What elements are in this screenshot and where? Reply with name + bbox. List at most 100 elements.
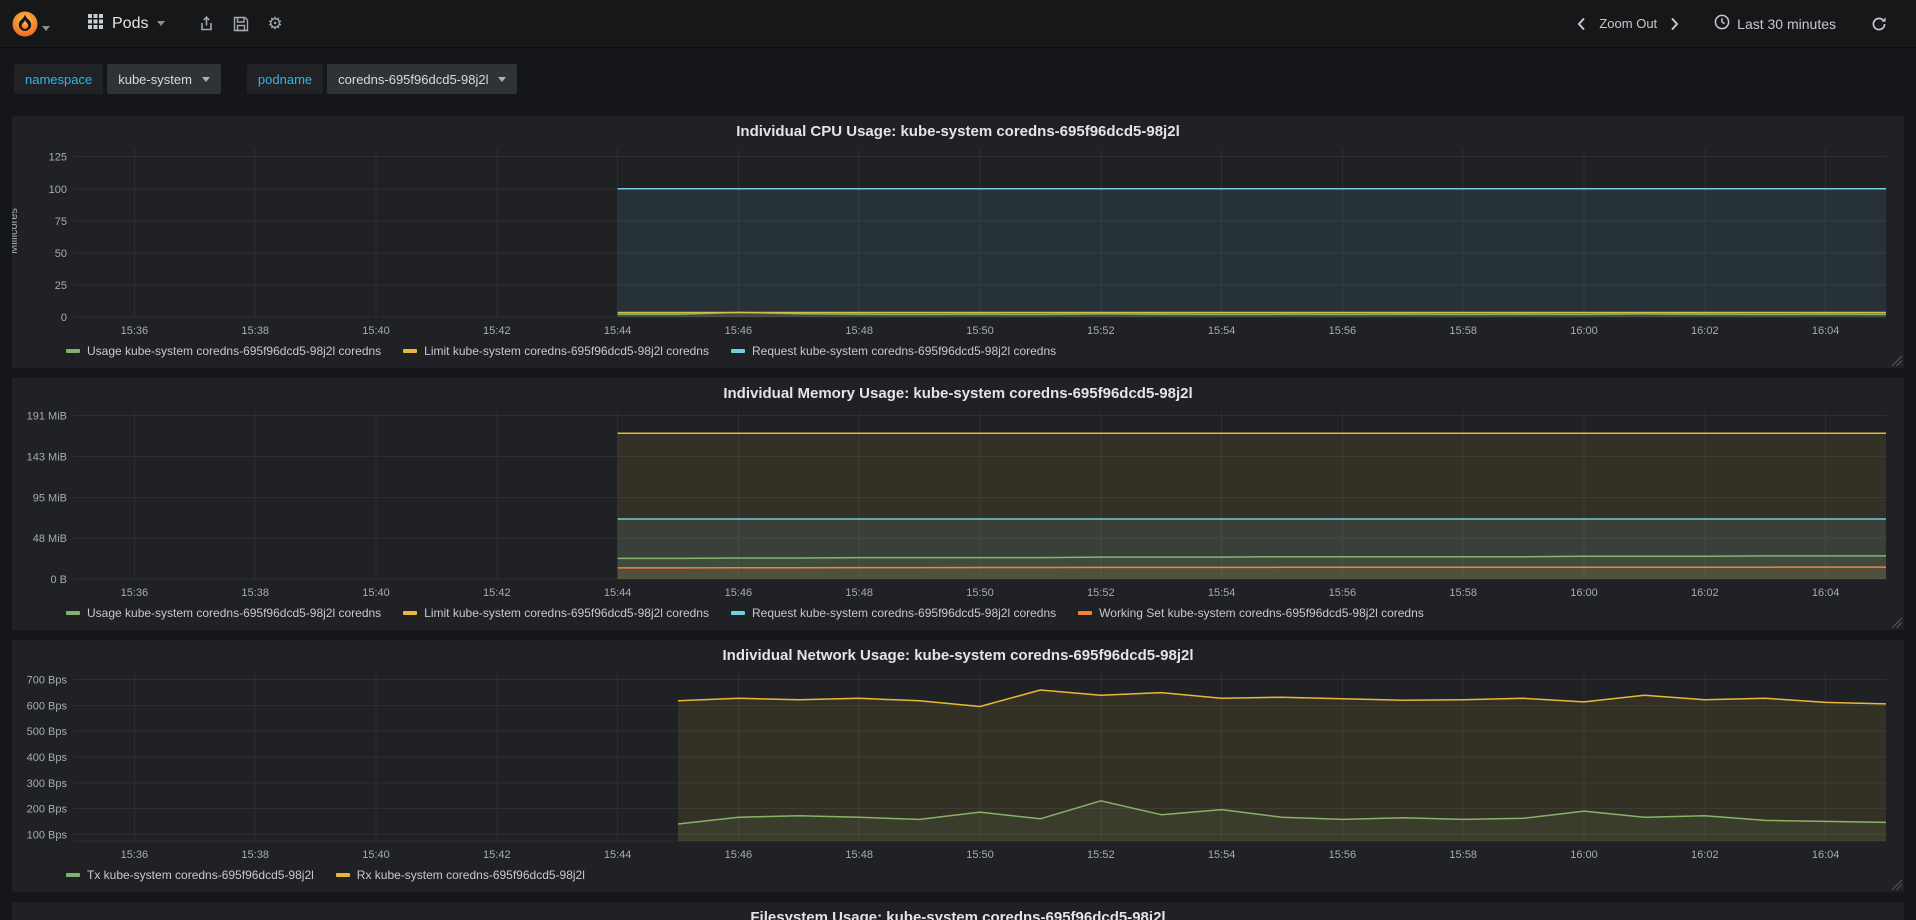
legend-item[interactable]: Limit kube-system coredns-695f96dcd5-98j… [403,606,709,620]
caret-down-icon [157,21,166,26]
time-range-label: Last 30 minutes [1737,15,1836,32]
svg-text:15:46: 15:46 [725,587,753,599]
panel-title[interactable]: Filesystem Usage: kube-system coredns-69… [22,904,1894,920]
panel-title[interactable]: Individual CPU Usage: kube-system coredn… [22,118,1894,143]
legend-item[interactable]: Usage kube-system coredns-695f96dcd5-98j… [66,606,381,620]
time-shift-forward-button[interactable] [1661,11,1688,37]
svg-text:15:36: 15:36 [121,849,149,861]
variable-podname-current-value: coredns-695f96dcd5-98j2l [338,71,489,87]
variable-podname-value-dropdown[interactable]: coredns-695f96dcd5-98j2l [327,64,518,94]
panel-resize-handle[interactable] [1892,618,1902,628]
variable-namespace-value-dropdown[interactable]: kube-system [107,64,221,94]
dashboard-picker[interactable]: Pods [78,8,175,40]
svg-text:15:42: 15:42 [483,325,511,337]
chart-legend: Tx kube-system coredns-695f96dcd5-98j2l R… [22,865,1894,882]
panel-resize-handle[interactable] [1892,356,1902,366]
svg-text:15:58: 15:58 [1449,587,1477,599]
panel-title[interactable]: Individual Memory Usage: kube-system cor… [22,380,1894,405]
logo-caret-icon[interactable] [42,26,50,31]
svg-text:600 Bps: 600 Bps [27,701,68,713]
legend-series-label: Limit kube-system coredns-695f96dcd5-98j… [424,344,709,358]
legend-series-label: Request kube-system coredns-695f96dcd5-9… [751,606,1057,620]
svg-text:15:46: 15:46 [725,325,753,337]
svg-text:15:42: 15:42 [483,587,511,599]
caret-down-icon [498,76,507,82]
svg-text:50: 50 [55,248,67,260]
grafana-logo[interactable] [10,9,40,39]
zoom-out-button[interactable]: Zoom Out [1595,10,1661,37]
svg-text:15:54: 15:54 [1208,849,1236,861]
legend-series-label: Limit kube-system coredns-695f96dcd5-98j… [424,606,709,620]
chart-legend: Usage kube-system coredns-695f96dcd5-98j… [22,341,1894,358]
svg-text:15:44: 15:44 [604,587,632,599]
svg-text:15:58: 15:58 [1449,849,1477,861]
save-button[interactable] [224,10,258,38]
svg-text:15:54: 15:54 [1208,325,1236,337]
svg-text:15:36: 15:36 [121,325,149,337]
memory-usage-chart[interactable]: 15:36 15:38 15:40 15:42 15:44 15:46 15:48 15:50… [22,405,1894,603]
legend-series-color-icon [66,611,80,615]
legend-series-label: Rx kube-system coredns-695f96dcd5-98j2l [356,868,585,882]
svg-text:16:04: 16:04 [1812,587,1840,599]
legend-series-color-icon [730,611,745,615]
caret-down-icon [201,76,210,82]
svg-text:15:40: 15:40 [362,587,390,599]
svg-text:16:00: 16:00 [1570,587,1598,599]
svg-text:15:38: 15:38 [241,587,269,599]
settings-button[interactable]: ⚙ [258,10,291,38]
legend-item[interactable]: Tx kube-system coredns-695f96dcd5-98j2l [66,868,314,882]
chart-legend: Usage kube-system coredns-695f96dcd5-98j… [22,603,1894,620]
grafana-logo-icon [12,11,38,36]
svg-text:0 B: 0 B [50,574,67,586]
panel-resize-handle[interactable] [1892,880,1902,890]
legend-item[interactable]: Rx kube-system coredns-695f96dcd5-98j2l [335,868,585,882]
dashboard-title: Pods [112,14,149,32]
variable-podname-label: podname [246,64,324,94]
legend-item[interactable]: Request kube-system coredns-695f96dcd5-9… [730,606,1057,620]
svg-text:15:40: 15:40 [362,325,390,337]
svg-text:16:02: 16:02 [1691,587,1719,599]
refresh-button[interactable] [1862,10,1896,38]
y-axis-label: Millicores [12,208,20,254]
legend-item[interactable]: Working Set kube-system coredns-695f96dc… [1078,606,1424,620]
svg-text:15:44: 15:44 [604,325,632,337]
svg-text:15:42: 15:42 [483,849,511,861]
chart-area: 15:36 15:38 15:40 15:42 15:44 15:46 15:48 15:50… [22,667,1894,865]
legend-item[interactable]: Usage kube-system coredns-695f96dcd5-98j… [66,344,381,358]
legend-series-color-icon [66,349,80,353]
svg-text:15:54: 15:54 [1208,587,1236,599]
save-icon [233,16,249,32]
legend-item[interactable]: Limit kube-system coredns-695f96dcd5-98j… [403,344,709,358]
network-usage-chart[interactable]: 15:36 15:38 15:40 15:42 15:44 15:46 15:48 15:50… [22,667,1894,865]
svg-text:15:58: 15:58 [1449,325,1477,337]
panel-title[interactable]: Individual Network Usage: kube-system co… [22,642,1894,667]
svg-text:15:52: 15:52 [1087,587,1115,599]
svg-text:500 Bps: 500 Bps [27,726,68,738]
svg-text:15:56: 15:56 [1329,325,1357,337]
svg-text:15:50: 15:50 [966,587,994,599]
dashboard-submenu: namespace kube-system podname coredns-69… [0,48,1916,116]
svg-text:95 MiB: 95 MiB [33,492,67,504]
share-icon [198,15,215,32]
svg-text:16:02: 16:02 [1691,325,1719,337]
variable-namespace: namespace kube-system [14,64,221,94]
cpu-usage-chart[interactable]: 15:36 15:38 15:40 15:42 15:44 15:46 15:48 15:50… [22,143,1894,341]
variable-namespace-label: namespace [14,64,104,94]
chevron-right-icon [1670,17,1679,31]
svg-text:0: 0 [61,312,67,324]
legend-item[interactable]: Request kube-system coredns-695f96dcd5-9… [730,344,1056,358]
svg-text:48 MiB: 48 MiB [33,533,67,545]
dashboard-body: Individual CPU Usage: kube-system coredn… [0,116,1916,920]
svg-text:100 Bps: 100 Bps [27,829,68,841]
time-range-picker[interactable]: Last 30 minutes [1714,14,1836,33]
svg-text:15:56: 15:56 [1329,587,1357,599]
svg-text:15:52: 15:52 [1087,849,1115,861]
legend-series-color-icon [1078,611,1093,615]
svg-text:15:50: 15:50 [966,325,994,337]
chart-area: 15:36 15:38 15:40 15:42 15:44 15:46 15:48 15:50… [22,405,1894,603]
refresh-icon [1871,16,1887,32]
time-shift-back-button[interactable] [1568,11,1595,37]
share-button[interactable] [189,9,224,38]
top-navbar: Pods ⚙ Zoom Out Last 30 minutes [0,0,1916,48]
svg-text:16:04: 16:04 [1812,325,1840,337]
